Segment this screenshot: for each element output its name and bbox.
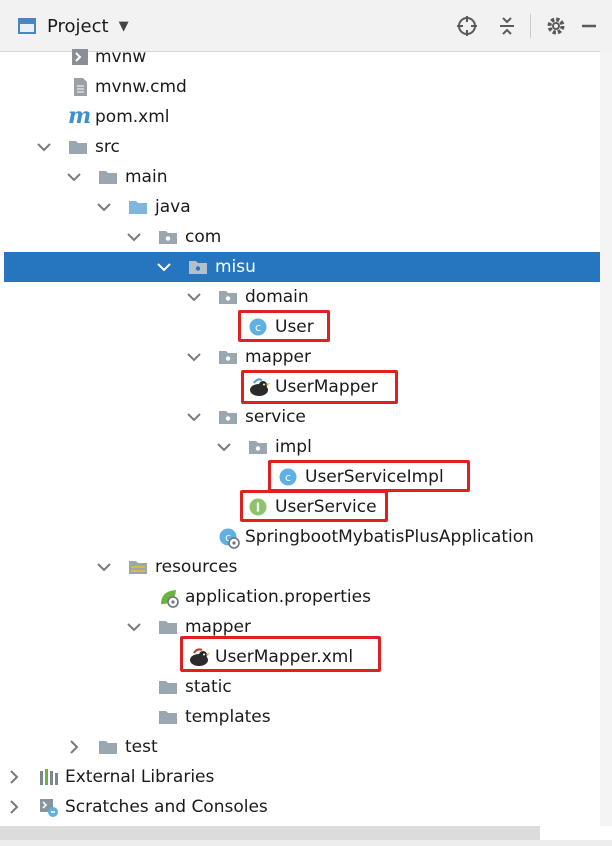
tree-item-application-properties[interactable]: application.properties (4, 582, 612, 612)
tree-item-label: templates (185, 707, 271, 727)
tree-item-label: SpringbootMybatisPlusApplication (245, 527, 534, 547)
tree-item-label: mvnw (95, 47, 147, 67)
chevron-down-icon[interactable] (66, 168, 82, 186)
tree-item-user[interactable]: c User (4, 310, 612, 342)
resources-folder-icon (128, 557, 148, 577)
chevron-down-icon[interactable] (96, 198, 112, 216)
tree-item-label: pom.xml (95, 107, 170, 127)
highlight-box (240, 490, 388, 522)
tree-item-label: static (185, 677, 232, 697)
chevron-right-icon[interactable] (6, 768, 22, 786)
tree-item-service[interactable]: service (4, 402, 612, 432)
tree-item-label: mapper (245, 347, 312, 367)
tree-item-label: domain (245, 287, 309, 307)
script-file-icon (70, 47, 90, 67)
folder-icon (98, 737, 118, 757)
chevron-down-icon[interactable] (126, 618, 142, 636)
tree-item-label: impl (275, 437, 312, 457)
highlight-box (180, 636, 381, 672)
vertical-scrollbar[interactable] (600, 51, 612, 826)
tree-item-impl[interactable]: impl (4, 432, 612, 462)
libraries-icon (38, 767, 58, 787)
package-icon (218, 287, 238, 307)
crosshair-icon[interactable] (454, 13, 480, 39)
folder-icon (68, 137, 88, 157)
gear-icon[interactable] (543, 13, 569, 39)
tree-item-label: mvnw.cmd (95, 77, 187, 97)
folder-icon (158, 617, 178, 637)
tree-item-label: Scratches and Consoles (65, 797, 268, 817)
chevron-down-icon[interactable] (186, 348, 202, 366)
tree-item-label: mapper (185, 617, 252, 637)
project-title: Project (47, 15, 109, 37)
tree-item-com[interactable]: com (4, 222, 612, 252)
chevron-down-icon[interactable] (216, 438, 232, 456)
tree-item-label: External Libraries (65, 767, 215, 787)
spring-properties-icon (158, 587, 179, 608)
tree-item-label: application.properties (185, 587, 371, 607)
tree-item-label: java (155, 197, 191, 217)
text-file-icon (70, 77, 90, 97)
toolbar-divider (530, 14, 531, 38)
tree-item-label: main (125, 167, 168, 187)
source-folder-icon (128, 197, 148, 217)
tree-item-mvnw[interactable]: mvnw (4, 42, 612, 72)
project-view-selector[interactable]: Project ▼ (18, 13, 129, 39)
tree-item-misu[interactable]: misu (4, 252, 612, 282)
tree-item-scratches-and-consoles[interactable]: Scratches and Consoles (4, 792, 612, 822)
tree-item-pom-xml[interactable]: m pom.xml (4, 102, 612, 132)
chevron-down-icon[interactable] (36, 138, 52, 156)
tree-item-userserviceimpl[interactable]: c UserServiceImpl (4, 460, 612, 492)
tree-item-templates[interactable]: templates (4, 702, 612, 732)
tree-item-label: resources (155, 557, 238, 577)
tree-item-main[interactable]: main (4, 162, 612, 192)
chevron-down-icon[interactable] (96, 558, 112, 576)
tree-item-label: test (125, 737, 158, 757)
chevron-down-icon[interactable] (126, 228, 142, 246)
chevron-right-icon[interactable] (66, 738, 82, 756)
package-icon (248, 437, 268, 457)
highlight-box (241, 370, 398, 404)
tree-item-resources[interactable]: resources (4, 552, 612, 582)
chevron-down-icon[interactable]: ▼ (119, 19, 129, 34)
highlight-box (268, 460, 470, 492)
spring-class-icon: c (218, 527, 240, 549)
horizontal-scrollbar[interactable] (0, 826, 540, 840)
tree-item-test[interactable]: test (4, 732, 612, 762)
collapse-all-icon[interactable] (494, 13, 520, 39)
chevron-right-icon[interactable] (6, 798, 22, 816)
chevron-down-icon[interactable] (156, 258, 172, 276)
chevron-down-icon[interactable] (186, 408, 202, 426)
tree-item-usermapper-xml[interactable]: UserMapper.xml (4, 636, 612, 672)
package-icon (158, 227, 178, 247)
tree-item-mapper-package[interactable]: mapper (4, 342, 612, 372)
minimize-icon[interactable] (576, 13, 602, 39)
folder-icon (98, 167, 118, 187)
tree-item-label: misu (215, 257, 256, 277)
tree-item-static[interactable]: static (4, 672, 612, 702)
tree-item-springboot-application[interactable]: c SpringbootMybatisPlusApplication (4, 522, 612, 552)
tree-item-domain[interactable]: domain (4, 282, 612, 312)
package-icon (218, 347, 238, 367)
tree-item-label: service (245, 407, 306, 427)
folder-icon (158, 677, 178, 697)
package-icon (218, 407, 238, 427)
tree-item-userservice[interactable]: I UserService (4, 490, 612, 522)
panel-bottom-edge (0, 840, 612, 846)
tree-item-external-libraries[interactable]: External Libraries (4, 762, 612, 792)
maven-icon: m (68, 103, 92, 129)
tree-item-java[interactable]: java (4, 192, 612, 222)
tree-item-mvnw-cmd[interactable]: mvnw.cmd (4, 72, 612, 102)
project-window-icon (18, 18, 36, 34)
tree-item-usermapper[interactable]: UserMapper (4, 370, 612, 404)
chevron-down-icon[interactable] (186, 288, 202, 306)
tree-item-label: src (95, 137, 120, 157)
tree-item-src[interactable]: src (4, 132, 612, 162)
scratches-icon (38, 797, 58, 817)
tree-item-label: com (185, 227, 222, 247)
folder-icon (158, 707, 178, 727)
highlight-box (238, 310, 330, 342)
package-icon (188, 257, 208, 277)
